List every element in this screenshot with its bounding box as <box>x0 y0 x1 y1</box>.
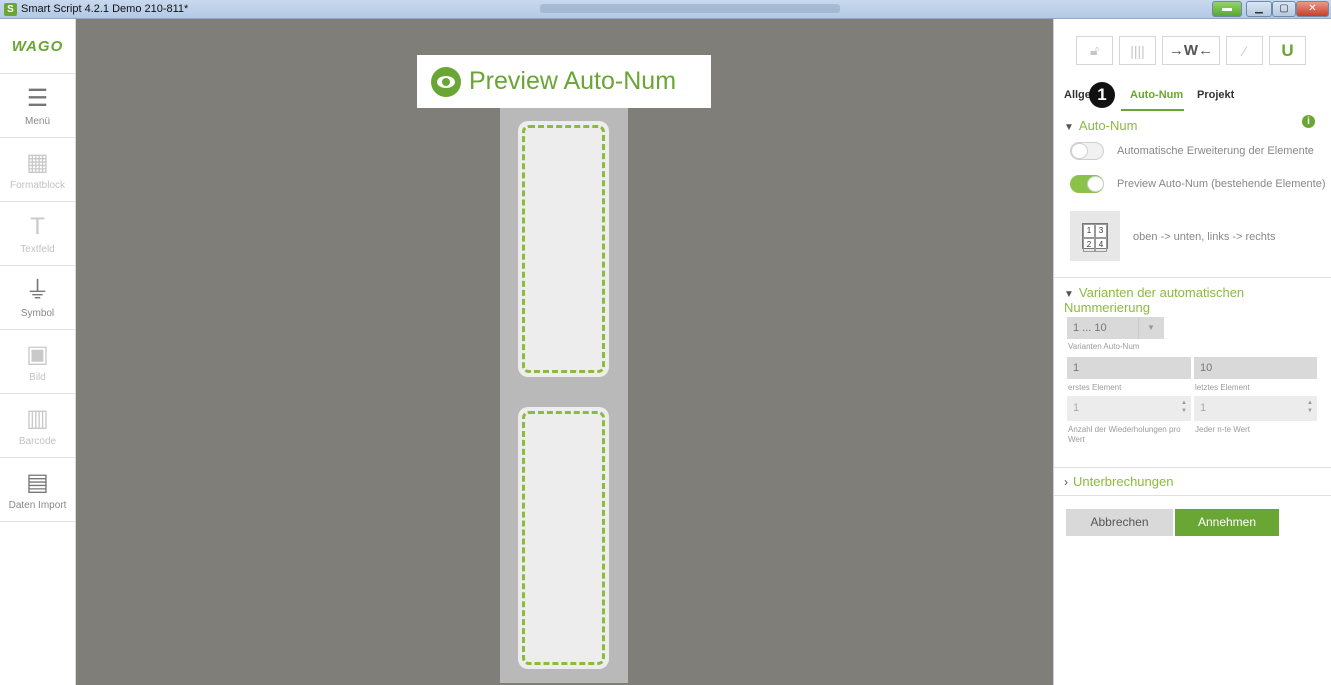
data-import-icon: ▤ <box>26 468 49 496</box>
divider <box>1054 467 1331 468</box>
wago-logo: WAGO <box>0 19 75 74</box>
unlock-icon[interactable]: 🔓︎ <box>1076 36 1113 65</box>
sidebar-item-bild[interactable]: ▣ Bild <box>0 330 75 394</box>
preview-banner-text: Preview Auto-Num <box>469 67 677 95</box>
panel-toolbar: 🔓︎ |||| →W← ⁄ U <box>1076 36 1306 65</box>
preview-autonum-label: Preview Auto-Num (bestehende Elemente) <box>1117 178 1326 190</box>
blurred-document-title <box>540 4 840 13</box>
hamburger-icon: ☰ <box>26 84 49 112</box>
eye-icon <box>431 66 461 97</box>
sidebar-item-barcode[interactable]: ▥ Barcode <box>0 394 75 458</box>
numbering-order-label: oben -> unten, links -> rechts <box>1133 231 1276 243</box>
first-element-input[interactable]: 1 <box>1067 357 1191 379</box>
numbering-order-icon: 1 3 2 4 <box>1082 223 1108 252</box>
section-unterbrechungen[interactable]: › Unterbrechungen <box>1064 474 1173 489</box>
sidebar-item-formatblock[interactable]: ▦ Formatblock <box>0 138 75 202</box>
variant-select[interactable]: 1 ... 10 ▼ <box>1067 317 1164 339</box>
repeat-count-caption: Anzahl der Wiederholungen pro Wert <box>1068 425 1181 444</box>
section-auto-num[interactable]: ▼ Auto-Num <box>1064 118 1137 133</box>
app-icon: S <box>4 3 17 16</box>
chevron-down-icon: ▼ <box>1064 122 1074 133</box>
last-element-caption: letztes Element <box>1195 383 1250 392</box>
marker-label-2[interactable] <box>518 407 609 669</box>
properties-panel: 🔓︎ |||| →W← ⁄ U Allge Auto-Num Projekt ▼… <box>1053 19 1331 685</box>
window-title: Smart Script 4.2.1 Demo 210-811* <box>21 3 189 15</box>
magic-wand-icon[interactable]: ⁄ <box>1226 36 1263 65</box>
columns-icon[interactable]: |||| <box>1119 36 1156 65</box>
active-tab-indicator <box>1121 109 1184 111</box>
section-variants[interactable]: ▼ Varianten der automatischen Nummerierun… <box>1064 285 1331 315</box>
marker-strip <box>500 105 628 683</box>
auto-extend-toggle[interactable] <box>1070 142 1104 160</box>
sidebar-item-daten-import[interactable]: ▤ Daten Import <box>0 458 75 522</box>
info-icon[interactable]: i <box>1302 115 1315 128</box>
marker-label-1[interactable] <box>518 121 609 377</box>
title-bar: S Smart Script 4.2.1 Demo 210-811* ▬ ▁ ▢… <box>0 0 1331 19</box>
sidebar-item-symbol[interactable]: ⏚ Symbol <box>0 266 75 330</box>
maximize-button[interactable]: ▢ <box>1272 1 1296 17</box>
accept-button[interactable]: Annehmen <box>1175 509 1279 536</box>
window-extra-button[interactable]: ▬ <box>1212 1 1242 17</box>
preview-autonum-toggle[interactable] <box>1070 175 1104 193</box>
magnet-icon[interactable]: U <box>1269 36 1306 65</box>
image-icon: ▣ <box>26 340 49 368</box>
nth-value-caption: Jeder n-te Wert <box>1195 425 1250 434</box>
divider <box>1054 495 1331 496</box>
width-fit-button[interactable]: →W← <box>1162 36 1220 65</box>
sidebar-item-menu[interactable]: ☰ Menü <box>0 74 75 138</box>
nth-value-stepper[interactable]: 1 ▲ ▼ <box>1194 396 1317 421</box>
repeat-count-stepper[interactable]: 1 ▲ ▼ <box>1067 396 1191 421</box>
minimize-button[interactable]: ▁ <box>1246 1 1272 17</box>
chevron-down-icon: ▼ <box>1147 323 1155 332</box>
barcode-icon: ▥ <box>26 404 49 432</box>
chevron-right-icon: › <box>1064 475 1068 489</box>
variant-caption: Varianten Auto-Num <box>1068 342 1140 351</box>
numbering-order-button[interactable]: 1 3 2 4 <box>1070 211 1120 261</box>
autonum-preview-outline <box>522 411 605 665</box>
close-button[interactable]: ✕ <box>1296 1 1329 17</box>
left-sidebar: WAGO ☰ Menü ▦ Formatblock T Textfeld ⏚ S… <box>0 19 76 685</box>
ground-symbol-icon: ⏚ <box>25 276 50 304</box>
preview-autonum-banner: Preview Auto-Num <box>417 55 711 108</box>
autonum-preview-outline <box>522 125 605 373</box>
tab-projekt[interactable]: Projekt <box>1197 89 1234 101</box>
first-element-caption: erstes Element <box>1068 383 1122 392</box>
sidebar-item-textfeld[interactable]: T Textfeld <box>0 202 75 266</box>
cancel-button[interactable]: Abbrechen <box>1066 509 1173 536</box>
tab-auto-num[interactable]: Auto-Num <box>1130 89 1183 101</box>
tab-allgemein[interactable]: Allge <box>1064 89 1091 101</box>
step-badge: 1 <box>1089 82 1115 108</box>
auto-extend-label: Automatische Erweiterung der Elemente <box>1117 145 1314 157</box>
format-block-icon: ▦ <box>26 148 49 176</box>
last-element-input[interactable]: 10 <box>1194 357 1317 379</box>
chevron-down-icon: ▼ <box>1064 289 1074 300</box>
divider <box>1054 277 1331 278</box>
text-field-icon: T <box>30 212 45 240</box>
